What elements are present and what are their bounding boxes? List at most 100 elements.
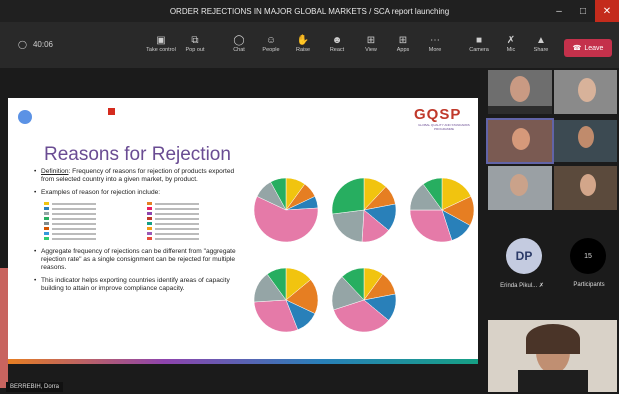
camera-button[interactable]: ■ Camera xyxy=(462,34,496,53)
raise-hand-button[interactable]: ✋ Raise xyxy=(286,34,320,53)
reason-text-line xyxy=(52,222,96,225)
video-tile[interactable] xyxy=(488,70,552,114)
take-control-button[interactable]: ▣ Take control xyxy=(144,34,178,53)
mic-off-icon: ✗ xyxy=(538,283,544,289)
reason-text-line xyxy=(52,202,96,205)
reason-swatch xyxy=(147,232,152,235)
avatar[interactable]: DP xyxy=(506,238,542,274)
view-button[interactable]: ⊞ View xyxy=(354,34,388,53)
definition-term: Definition xyxy=(41,168,69,175)
active-speaker-tile[interactable] xyxy=(486,118,554,164)
reason-swatch xyxy=(147,207,152,210)
reason-legend-item xyxy=(44,212,141,215)
reason-swatch xyxy=(44,222,49,225)
participants-count-button[interactable]: 15 xyxy=(570,238,606,274)
examples-bullet: Examples of reason for rejection include… xyxy=(34,189,244,197)
video-tile[interactable] xyxy=(554,70,617,114)
reason-swatch xyxy=(147,212,152,215)
reason-swatch xyxy=(147,237,152,240)
shared-screen-stage: GQSP GLOBAL QUALITY AND STANDARDS PROGRA… xyxy=(0,68,486,394)
reason-legend-item xyxy=(147,207,244,210)
participants-label: Participants xyxy=(573,282,605,288)
chat-button[interactable]: ◯ Chat xyxy=(222,34,256,53)
maximize-icon[interactable]: □ xyxy=(571,0,595,22)
reason-swatch xyxy=(147,227,152,230)
camera-icon: ■ xyxy=(475,35,483,46)
people-button[interactable]: ☺ People xyxy=(254,34,288,53)
slide-bullets: Definition: Frequency of reasons for rej… xyxy=(34,168,244,298)
reason-legend-item xyxy=(147,227,244,230)
reason-text-line xyxy=(155,237,199,240)
pie-chart xyxy=(254,177,319,243)
share-icon: ▲ xyxy=(536,35,546,46)
chat-icon: ◯ xyxy=(233,35,245,46)
reason-legend-item xyxy=(44,232,141,235)
background-strip xyxy=(0,268,8,388)
rejection-pie-charts xyxy=(254,177,474,333)
reason-swatch xyxy=(44,237,49,240)
reason-text-line xyxy=(155,207,199,210)
participant-face xyxy=(578,126,594,148)
apps-button[interactable]: ⊞ Apps xyxy=(386,34,420,53)
gqsp-logo: GQSP xyxy=(414,106,462,123)
speaker-video-tile[interactable] xyxy=(488,320,617,392)
share-button[interactable]: ▲ Share xyxy=(524,34,558,53)
video-tile[interactable] xyxy=(488,166,552,210)
leave-button[interactable]: ☎ Leave xyxy=(564,39,612,57)
participant-face xyxy=(510,76,530,102)
reason-swatch xyxy=(44,217,49,220)
close-icon[interactable]: ✕ xyxy=(595,0,619,22)
more-icon: ⋯ xyxy=(430,35,440,46)
minimize-icon[interactable]: – xyxy=(547,0,571,22)
participant-face xyxy=(580,174,596,196)
video-tile[interactable] xyxy=(554,120,617,162)
mic-off-icon: ✗ xyxy=(506,35,516,46)
presenter-name-label: BERREBIH, Dorra xyxy=(6,382,64,392)
video-tile[interactable] xyxy=(554,166,617,210)
reason-legend-item xyxy=(147,237,244,240)
swiss-flag-icon xyxy=(108,108,115,115)
presentation-slide: GQSP GLOBAL QUALITY AND STANDARDS PROGRA… xyxy=(8,98,478,364)
reason-text-line xyxy=(155,222,199,225)
reason-swatch xyxy=(44,212,49,215)
reason-legend-item xyxy=(44,207,141,210)
mic-button[interactable]: ✗ Mic xyxy=(494,34,528,53)
participant-face xyxy=(510,174,528,196)
reason-swatch xyxy=(44,207,49,210)
more-button[interactable]: ⋯ More xyxy=(418,34,452,53)
participant-face xyxy=(578,78,596,102)
timer-text: 40:06 xyxy=(32,40,53,49)
reason-legend-item xyxy=(147,217,244,220)
react-icon: ☻ xyxy=(331,35,343,46)
reason-text-line xyxy=(52,207,96,210)
slide-title: Reasons for Rejection xyxy=(44,144,231,165)
pop-out-icon: ⧉ xyxy=(191,35,199,46)
reason-legend-item xyxy=(147,202,244,205)
pop-out-button[interactable]: ⧉ Pop out xyxy=(178,34,212,53)
reason-text-line xyxy=(155,212,199,215)
participant-face xyxy=(512,128,530,150)
participant-hair xyxy=(526,324,580,354)
definition-bullet: Definition: Frequency of reasons for rej… xyxy=(34,168,244,184)
reason-text-line xyxy=(52,227,96,230)
reason-legend-item xyxy=(44,222,141,225)
pie-chart xyxy=(254,267,319,333)
reason-swatch xyxy=(147,217,152,220)
pie-slice xyxy=(331,209,365,243)
video-background xyxy=(488,106,552,114)
aggregate-bullet: Aggregate frequency of rejections can be… xyxy=(34,248,244,272)
meeting-timer: ◯ 40:06 xyxy=(18,40,53,49)
reason-text-line xyxy=(155,232,199,235)
participant-panel: DP Erinda Pikul... ✗ 15 Participants xyxy=(486,68,619,394)
reason-legend-item xyxy=(147,232,244,235)
reason-swatch xyxy=(44,202,49,205)
window-controls: – □ ✕ xyxy=(547,0,619,22)
take-control-icon: ▣ xyxy=(156,35,166,46)
react-button[interactable]: ☻ React xyxy=(320,34,354,53)
pie-chart xyxy=(331,267,397,333)
reason-swatch xyxy=(147,222,152,225)
window-titlebar: ORDER REJECTIONS IN MAJOR GLOBAL MARKETS… xyxy=(0,0,619,22)
reason-text-line xyxy=(155,217,199,220)
pie-chart xyxy=(409,177,474,243)
reason-swatch xyxy=(44,227,49,230)
